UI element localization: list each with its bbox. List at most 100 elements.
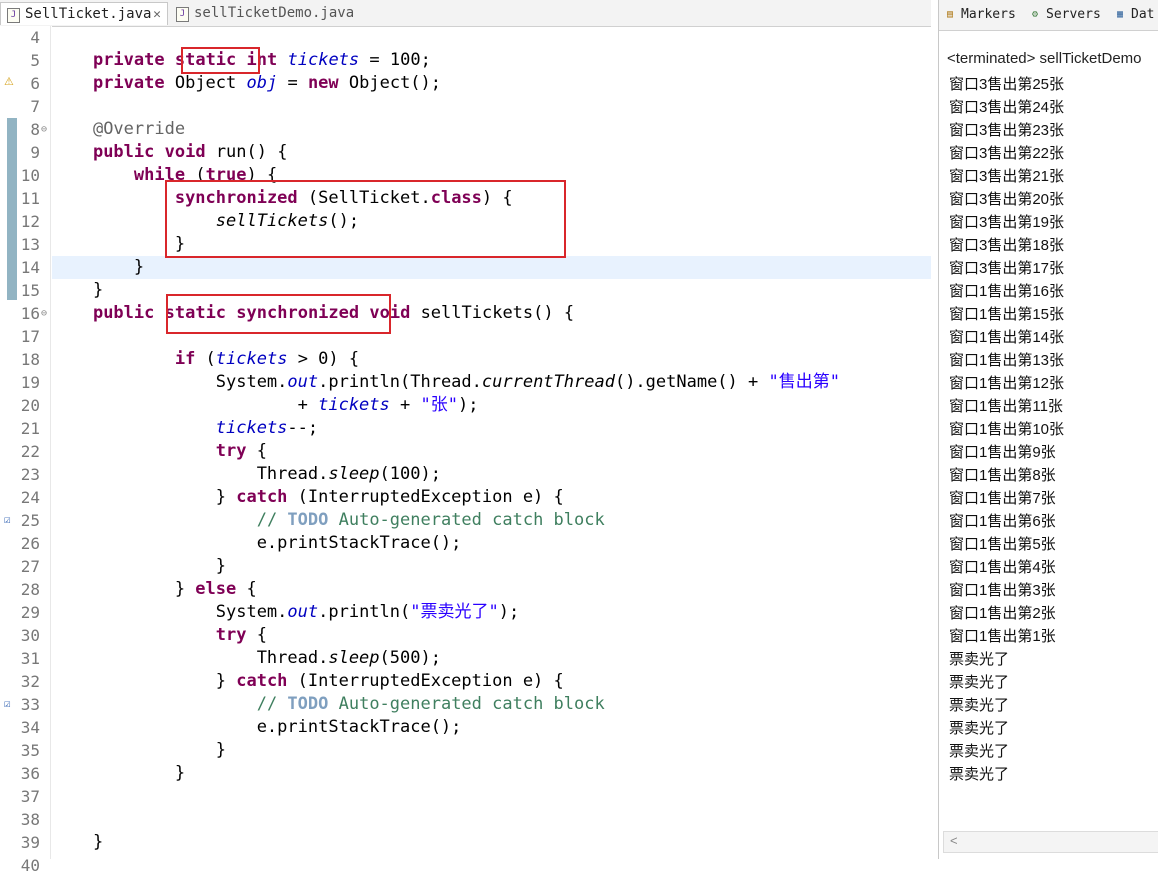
fold-toggle-icon[interactable]: ⊖ xyxy=(41,118,47,141)
console-output-line: 窗口1售出第6张 xyxy=(949,513,1056,530)
code-line[interactable]: 34 e.printStackTrace(); xyxy=(0,716,931,739)
code-text[interactable]: System.out.println("票卖光了"); xyxy=(52,601,519,624)
tab-sellticket-java[interactable]: J SellTicket.java ✕ xyxy=(0,2,168,25)
tab-sellticketdemo-java[interactable]: J sellTicketDemo.java xyxy=(170,2,360,25)
code-line[interactable]: 9 public void run() { xyxy=(0,141,931,164)
console-output-line: 窗口1售出第12张 xyxy=(949,375,1065,392)
highlight-box-static-synchronized xyxy=(166,294,391,334)
code-line[interactable]: 8 ⊖ @Override xyxy=(0,118,931,141)
code-text[interactable]: tickets--; xyxy=(52,417,318,440)
console-output-line: 窗口3售出第25张 xyxy=(949,76,1065,93)
code-line[interactable]: 7 xyxy=(0,95,931,118)
code-editor[interactable]: J SellTicket.java ✕ J sellTicketDemo.jav… xyxy=(0,0,931,875)
code-text[interactable]: } xyxy=(52,555,226,578)
fold-toggle-icon[interactable]: ⊖ xyxy=(41,302,47,325)
console-output-line: 票卖光了 xyxy=(949,697,1010,714)
code-text[interactable]: } else { xyxy=(52,578,257,601)
line-number: 9 xyxy=(30,143,40,162)
java-file-icon: J xyxy=(176,7,189,22)
code-line[interactable]: 36 } xyxy=(0,762,931,785)
code-line[interactable]: 20 + tickets + "张"); xyxy=(0,394,931,417)
code-text[interactable]: e.printStackTrace(); xyxy=(52,532,462,555)
line-number: 28 xyxy=(20,580,40,599)
line-number: 38 xyxy=(20,810,40,829)
line-number: 10 xyxy=(20,166,40,185)
code-line[interactable]: 30 try { xyxy=(0,624,931,647)
close-icon[interactable]: ✕ xyxy=(153,3,161,26)
code-text[interactable]: @Override xyxy=(52,118,185,141)
highlight-box-static xyxy=(181,47,260,74)
code-line[interactable]: 6 private Object obj = new Object(); xyxy=(0,72,931,95)
code-text[interactable]: } xyxy=(52,831,103,854)
code-line[interactable]: 24 } catch (InterruptedException e) { xyxy=(0,486,931,509)
code-text[interactable]: e.printStackTrace(); xyxy=(52,716,462,739)
code-line[interactable]: 28 } else { xyxy=(0,578,931,601)
code-line[interactable]: 27 } xyxy=(0,555,931,578)
code-text[interactable]: } xyxy=(52,739,226,762)
code-line[interactable]: 22 try { xyxy=(0,440,931,463)
task-marker-icon[interactable]: ☑ xyxy=(4,514,16,526)
scroll-left-icon[interactable]: < xyxy=(950,833,958,848)
tab-label: Servers xyxy=(1046,7,1101,22)
code-line[interactable]: 21 tickets--; xyxy=(0,417,931,440)
code-line[interactable]: 29 System.out.println("票卖光了"); xyxy=(0,601,931,624)
horizontal-scrollbar[interactable]: < xyxy=(943,831,1158,853)
console-output-line: 窗口1售出第1张 xyxy=(949,628,1056,645)
console-output-line: 窗口3售出第17张 xyxy=(949,260,1065,277)
tab-markers[interactable]: ▤ Markers xyxy=(945,6,1016,24)
code-line[interactable]: 16 ⊖ public static synchronized void sell… xyxy=(0,302,931,325)
code-line[interactable]: 33 ☑ // TODO Auto-generated catch block xyxy=(0,693,931,716)
code-text[interactable]: public void run() { xyxy=(52,141,288,164)
code-line[interactable]: 25 ☑ // TODO Auto-generated catch block xyxy=(0,509,931,532)
console-output-line: 窗口1售出第8张 xyxy=(949,467,1056,484)
line-number: 12 xyxy=(20,212,40,231)
code-line[interactable]: 4 xyxy=(0,26,931,49)
code-line[interactable]: 15 } xyxy=(0,279,931,302)
code-line[interactable]: 40 xyxy=(0,854,931,877)
code-line[interactable]: 35 } xyxy=(0,739,931,762)
console-output-line: 窗口1售出第13张 xyxy=(949,352,1065,369)
code-text[interactable]: if (tickets > 0) { xyxy=(52,348,359,371)
code-text[interactable]: + tickets + "张"); xyxy=(52,394,479,417)
code-text[interactable]: // TODO Auto-generated catch block xyxy=(52,509,605,532)
code-text[interactable]: } xyxy=(52,279,103,302)
code-line[interactable]: 23 Thread.sleep(100); xyxy=(0,463,931,486)
warning-icon[interactable]: ⚠ xyxy=(4,76,16,88)
console-output-line: 窗口3售出第19张 xyxy=(949,214,1065,231)
code-line[interactable]: 5 private static int tickets = 100; xyxy=(0,49,931,72)
line-number: 16 xyxy=(20,304,40,323)
console-output-line: 票卖光了 xyxy=(949,651,1010,668)
console-output-line: 窗口1售出第10张 xyxy=(949,421,1065,438)
code-text[interactable]: // TODO Auto-generated catch block xyxy=(52,693,605,716)
code-text[interactable]: private Object obj = new Object(); xyxy=(52,72,441,95)
code-text[interactable]: } catch (InterruptedException e) { xyxy=(52,486,564,509)
line-number: 36 xyxy=(20,764,40,783)
line-number: 19 xyxy=(20,373,40,392)
code-text[interactable]: try { xyxy=(52,624,267,647)
code-line[interactable]: 31 Thread.sleep(500); xyxy=(0,647,931,670)
tab-data-source[interactable]: ▦ Dat xyxy=(1115,6,1154,24)
line-number: 34 xyxy=(20,718,40,737)
tab-servers[interactable]: ⚙ Servers xyxy=(1030,6,1101,24)
line-number: 24 xyxy=(20,488,40,507)
tab-label: Dat xyxy=(1131,7,1155,22)
code-text[interactable]: } xyxy=(52,256,144,279)
task-marker-icon[interactable]: ☑ xyxy=(4,698,16,710)
code-text[interactable]: System.out.println(Thread.currentThread(… xyxy=(52,371,840,394)
code-text[interactable]: try { xyxy=(52,440,267,463)
code-line[interactable]: 37 xyxy=(0,785,931,808)
code-text[interactable]: } xyxy=(52,762,185,785)
code-text[interactable]: Thread.sleep(100); xyxy=(52,463,441,486)
code-line[interactable]: 18 if (tickets > 0) { xyxy=(0,348,931,371)
code-text[interactable]: Thread.sleep(500); xyxy=(52,647,441,670)
code-line[interactable]: 26 e.printStackTrace(); xyxy=(0,532,931,555)
code-line[interactable]: 32 } catch (InterruptedException e) { xyxy=(0,670,931,693)
code-line[interactable]: 14 } xyxy=(0,256,931,279)
code-line[interactable]: 19 System.out.println(Thread.currentThre… xyxy=(0,371,931,394)
console-output-line: 窗口1售出第9张 xyxy=(949,444,1056,461)
code-line[interactable]: 17 xyxy=(0,325,931,348)
code-line[interactable]: 39 } xyxy=(0,831,931,854)
code-line[interactable]: 38 xyxy=(0,808,931,831)
line-number: 7 xyxy=(30,97,40,116)
code-text[interactable]: } catch (InterruptedException e) { xyxy=(52,670,564,693)
